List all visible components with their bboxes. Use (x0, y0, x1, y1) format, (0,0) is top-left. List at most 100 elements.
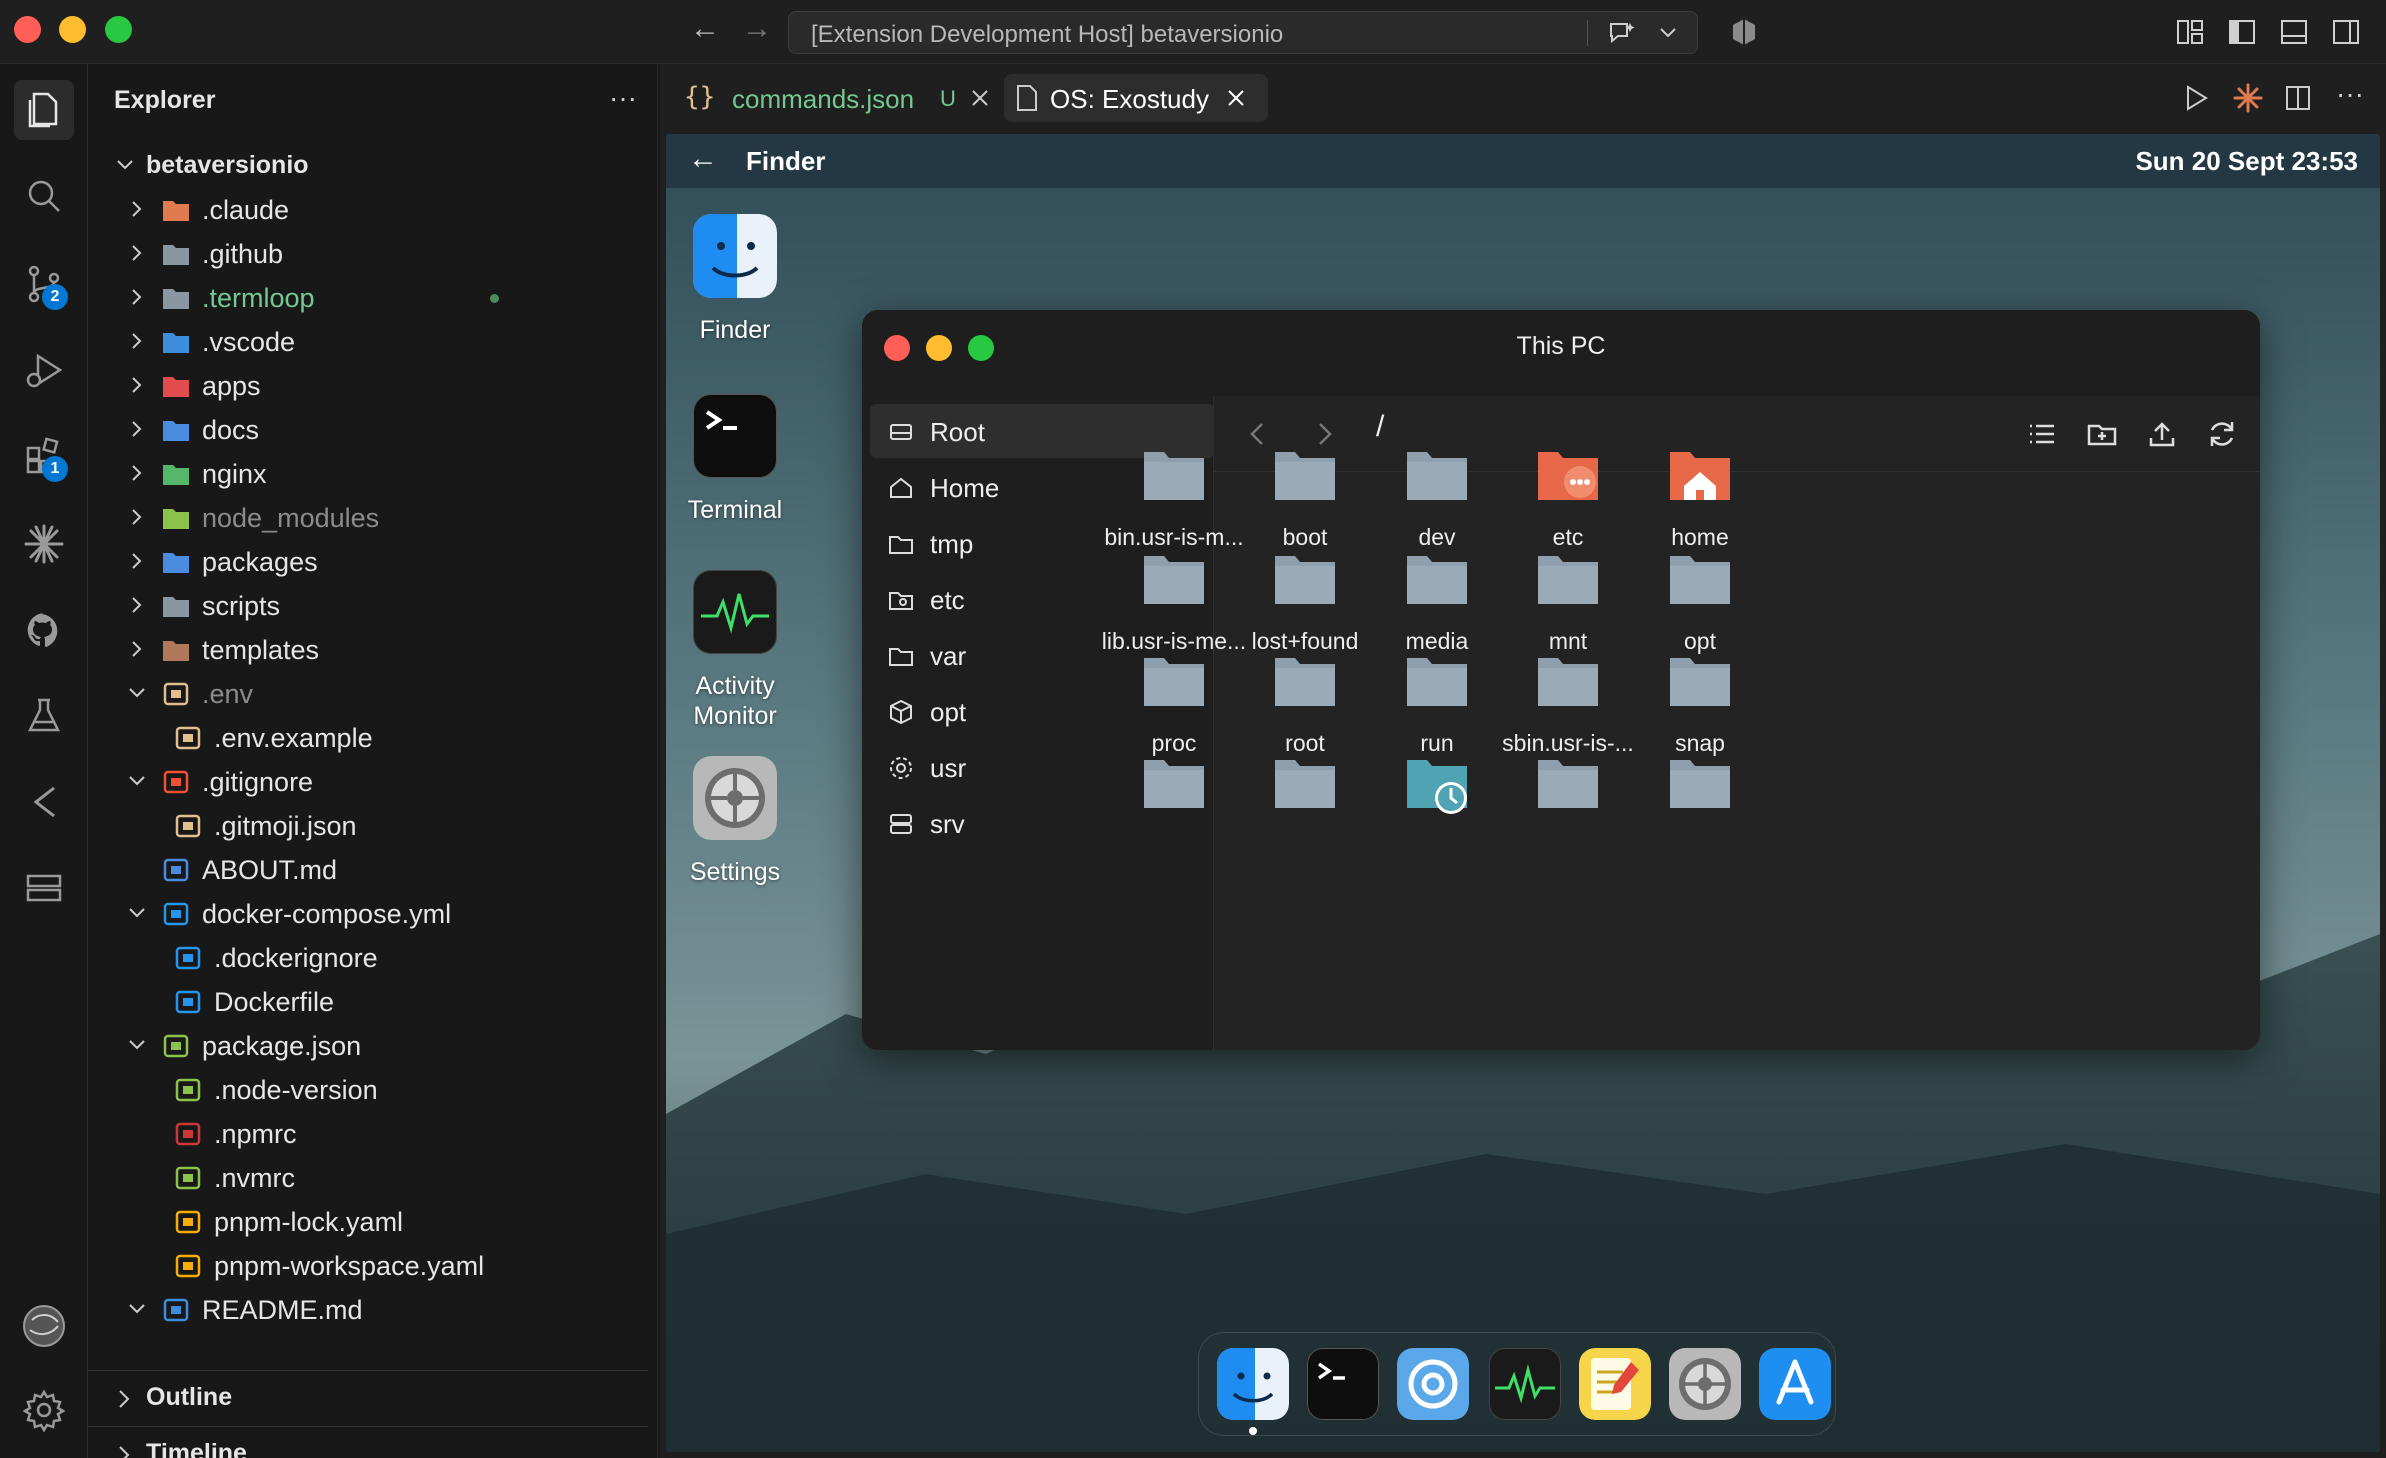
tree-item[interactable]: docs (88, 408, 648, 452)
tree-item[interactable]: .github (88, 232, 648, 276)
servers-view-button[interactable] (14, 858, 74, 918)
tree-item[interactable]: Dockerfile (88, 980, 648, 1024)
tab-commands-json[interactable]: {} commands.json U (672, 74, 1002, 122)
command-center[interactable]: [Extension Development Host] betaversion… (788, 11, 1698, 54)
tab-os-exostudy[interactable]: OS: Exostudy (1004, 74, 1268, 122)
desktop-icon-terminal[interactable]: Terminal (670, 393, 800, 525)
dock-activity-monitor-icon[interactable] (1489, 1348, 1561, 1420)
tab-label: OS: Exostudy (1050, 84, 1209, 114)
tree-item[interactable]: apps (88, 364, 648, 408)
refresh-icon[interactable] (2206, 418, 2238, 450)
finder-sidebar-label: etc (930, 585, 965, 615)
github-view-button[interactable] (14, 600, 74, 660)
run-debug-view-button[interactable] (14, 340, 74, 400)
more-actions-button[interactable]: ··· (609, 82, 637, 114)
desktop-icon-label: Terminal (687, 496, 783, 524)
dock-terminal-icon[interactable] (1307, 1348, 1379, 1420)
dock-notes-icon[interactable] (1579, 1348, 1651, 1420)
tree-item[interactable]: .claude (88, 188, 648, 232)
close-window-button[interactable] (14, 16, 41, 43)
upload-icon[interactable] (2146, 418, 2178, 450)
json-icon (175, 814, 201, 838)
file-grid-item[interactable]: opt (1605, 546, 1795, 655)
testing-view-button[interactable] (14, 686, 74, 746)
explorer-sidebar: Explorer ··· betaversionio .claude .github… (88, 64, 658, 1458)
manage-button[interactable] (14, 1380, 74, 1440)
tree-item[interactable]: .dockerignore (88, 936, 648, 980)
file-grid-item[interactable]: snap (1605, 648, 1795, 757)
desktop-icon-finder[interactable]: Finder (670, 214, 800, 345)
dock-browser-icon[interactable] (1397, 1348, 1469, 1420)
docker-icon (175, 946, 201, 970)
explorer-view-button[interactable] (14, 80, 74, 140)
desktop-icon-settings[interactable]: Settings (670, 756, 800, 887)
tree-item[interactable]: .termloop (88, 276, 648, 320)
chevron-right-icon (119, 1390, 130, 1408)
chevron-right-icon (119, 1446, 130, 1458)
claude-sparkle-icon[interactable] (2232, 82, 2264, 114)
tree-item[interactable]: package.json (88, 1024, 648, 1068)
chevron-down-icon[interactable] (1659, 26, 1677, 40)
toggle-secondary-sidebar-icon[interactable] (2330, 16, 2362, 48)
tree-item[interactable]: .gitmoji.json (88, 804, 648, 848)
file-grid-item[interactable] (1605, 750, 1795, 832)
dock-finder-icon[interactable] (1217, 1348, 1289, 1420)
more-actions-icon[interactable]: ··· (2336, 78, 2364, 110)
run-icon[interactable] (2182, 84, 2210, 112)
tree-item[interactable]: .gitignore (88, 760, 648, 804)
tree-item[interactable]: nginx (88, 452, 648, 496)
workspace-root[interactable]: betaversionio (88, 144, 648, 188)
tree-item[interactable]: packages (88, 540, 648, 584)
chevron-right-icon (132, 245, 142, 261)
tree-item[interactable]: ABOUT.md (88, 848, 648, 892)
tree-item[interactable]: README.md (88, 1288, 648, 1332)
tree-item[interactable]: .node-version (88, 1068, 648, 1112)
forward-arrow-icon[interactable]: → (742, 14, 772, 44)
search-view-button[interactable] (14, 166, 74, 226)
list-view-icon[interactable] (2026, 418, 2058, 450)
chat-sparkle-icon[interactable] (1607, 20, 1637, 48)
dock-app-store-icon[interactable] (1759, 1348, 1831, 1420)
timeline-section[interactable]: Timeline (88, 1426, 648, 1458)
copilot-icon[interactable] (1728, 16, 1760, 48)
tree-item-label: nginx (202, 459, 267, 489)
tree-item[interactable]: node_modules (88, 496, 648, 540)
tree-item[interactable]: scripts (88, 584, 648, 628)
folder-home-icon (1670, 452, 1730, 500)
new-folder-icon[interactable] (2086, 418, 2118, 450)
chevron-right-icon (132, 641, 142, 657)
tree-item[interactable]: .env (88, 672, 648, 716)
env-icon (175, 726, 201, 750)
zoom-window-button[interactable] (105, 16, 132, 43)
file-grid-item[interactable]: home (1605, 442, 1795, 551)
toggle-panel-icon[interactable] (2278, 16, 2310, 48)
tree-item[interactable]: .vscode (88, 320, 648, 364)
close-icon[interactable] (1226, 88, 1246, 108)
source-control-view-button[interactable]: 2 (14, 254, 74, 314)
tree-item-label: apps (202, 371, 261, 401)
claude-view-button[interactable] (14, 514, 74, 574)
remote-explorer-button[interactable] (14, 772, 74, 832)
tree-item[interactable]: .nvmrc (88, 1156, 648, 1200)
tree-item[interactable]: docker-compose.yml (88, 892, 648, 936)
split-editor-icon[interactable] (2284, 84, 2312, 112)
customize-layout-icon[interactable] (2174, 16, 2206, 48)
editor-area: {} commands.json U OS: Exostudy ··· ← Fi… (660, 64, 2386, 1458)
tree-item[interactable]: pnpm-lock.yaml (88, 1200, 648, 1244)
close-icon[interactable] (970, 88, 990, 108)
tree-item-label: packages (202, 547, 318, 577)
tree-item[interactable]: templates (88, 628, 648, 672)
tree-item[interactable]: .npmrc (88, 1112, 648, 1156)
extensions-view-button[interactable]: 1 (14, 426, 74, 486)
minimize-window-button[interactable] (59, 16, 86, 43)
tree-item[interactable]: pnpm-workspace.yaml (88, 1244, 648, 1288)
desktop-icon-activity-monitor[interactable]: Activity Monitor (670, 569, 800, 731)
tree-item[interactable]: .env.example (88, 716, 648, 760)
outline-section[interactable]: Outline (88, 1370, 648, 1424)
toggle-primary-sidebar-icon[interactable] (2226, 16, 2258, 48)
files-icon (28, 92, 58, 128)
account-button[interactable] (14, 1296, 74, 1356)
back-arrow-icon[interactable]: ← (688, 142, 718, 176)
back-arrow-icon[interactable]: ← (690, 14, 720, 44)
dock-settings-icon[interactable] (1669, 1348, 1741, 1420)
